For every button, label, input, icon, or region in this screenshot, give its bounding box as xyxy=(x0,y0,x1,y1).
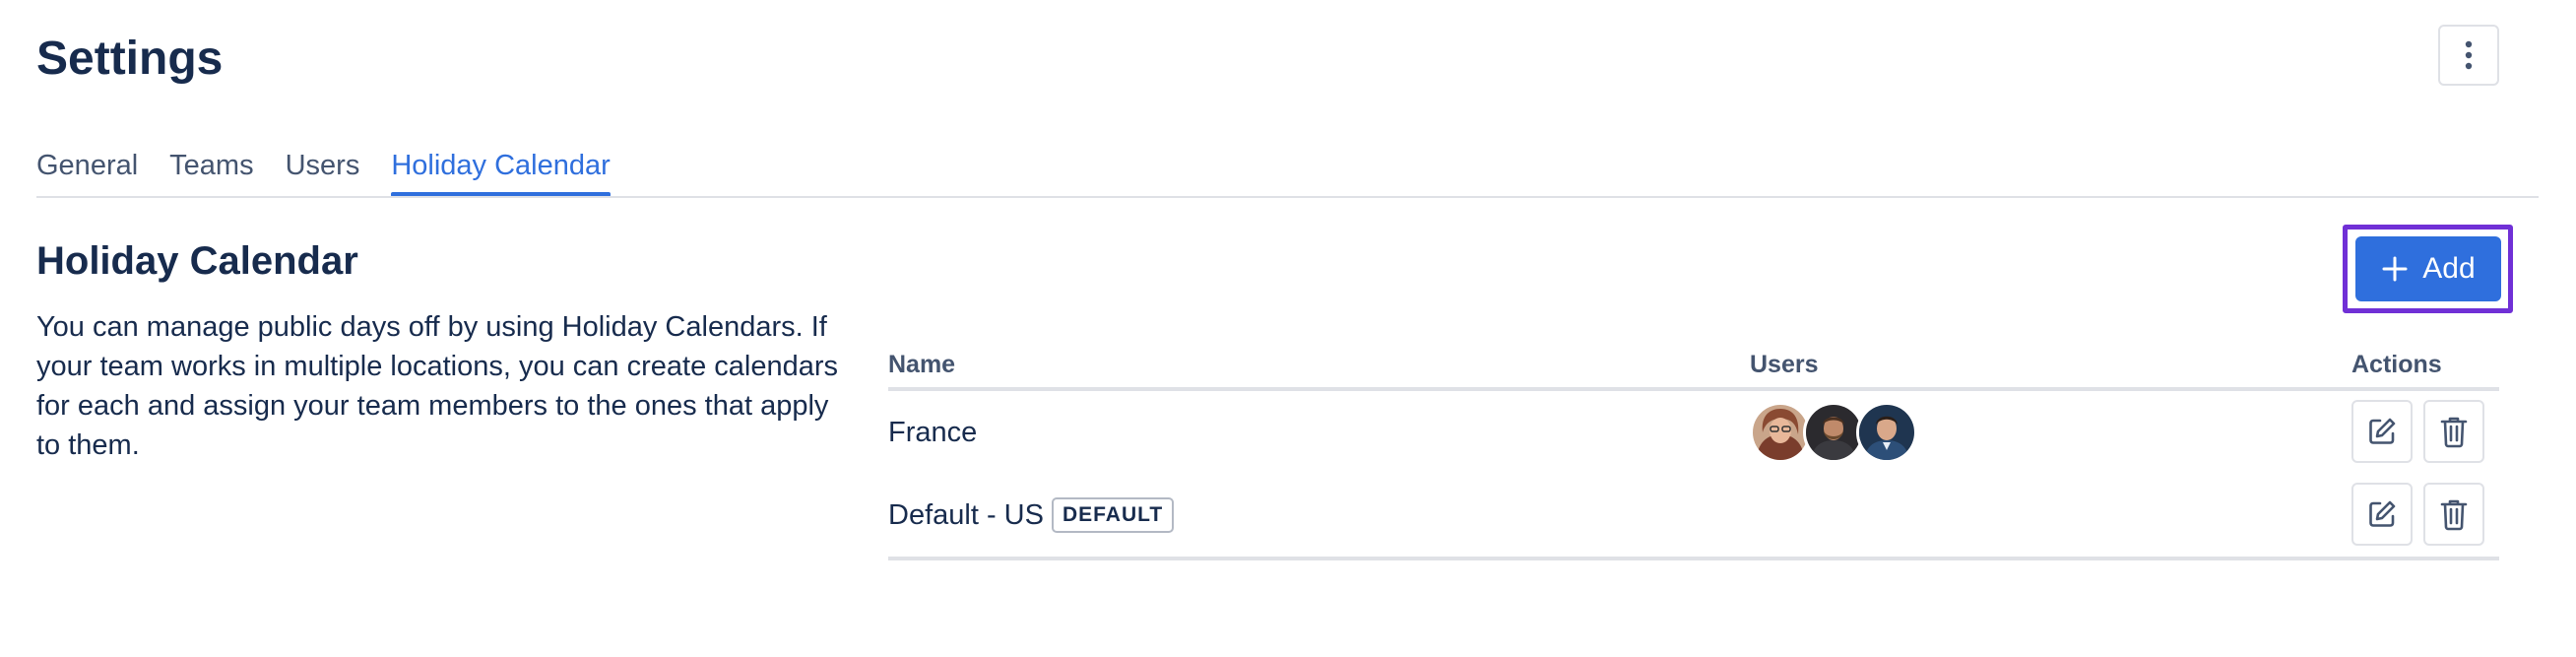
delete-calendar-button[interactable] xyxy=(2423,400,2484,463)
more-options-button[interactable] xyxy=(2438,25,2499,86)
calendar-users-cell xyxy=(1750,400,1917,465)
trash-icon xyxy=(2440,417,2468,448)
default-badge: DEFAULT xyxy=(1051,497,1175,533)
user-avatar-icon xyxy=(1753,405,1808,460)
tab-teams[interactable]: Teams xyxy=(169,144,253,197)
column-header-actions: Actions xyxy=(2351,351,2442,378)
column-header-users: Users xyxy=(1750,351,1819,378)
settings-page: Settings General Teams Users Holiday Cal… xyxy=(0,0,2576,657)
section-description: You can manage public days off by using … xyxy=(36,311,838,461)
column-header-name: Name xyxy=(888,351,956,378)
tab-holiday-calendar[interactable]: Holiday Calendar xyxy=(391,144,612,197)
edit-calendar-button[interactable] xyxy=(2351,483,2413,546)
settings-tabs: General Teams Users Holiday Calendar xyxy=(36,144,642,197)
avatar[interactable] xyxy=(1856,402,1917,463)
edit-icon xyxy=(2369,500,2396,527)
more-vertical-icon xyxy=(2465,40,2473,70)
edit-icon xyxy=(2369,418,2396,444)
section-title: Holiday Calendar xyxy=(36,239,358,283)
holiday-calendar-table: Name Users Actions France Default - US D… xyxy=(888,343,2499,560)
tab-users[interactable]: Users xyxy=(286,144,360,197)
delete-calendar-button[interactable] xyxy=(2423,483,2484,546)
avatar[interactable] xyxy=(1803,402,1864,463)
user-avatar-icon xyxy=(1806,405,1861,460)
add-calendar-button[interactable]: Add xyxy=(2355,236,2501,301)
calendar-actions-cell xyxy=(2351,400,2484,463)
table-row: France xyxy=(888,391,2499,474)
table-row: Default - US DEFAULT xyxy=(888,474,2499,560)
page-title: Settings xyxy=(36,33,224,85)
tab-general[interactable]: General xyxy=(36,144,138,197)
avatar[interactable] xyxy=(1750,402,1811,463)
calendar-name-cell: Default - US DEFAULT xyxy=(888,474,1175,557)
add-button-label: Add xyxy=(2422,252,2476,285)
tabs-divider xyxy=(36,196,2539,198)
edit-calendar-button[interactable] xyxy=(2351,400,2413,463)
calendar-name: Default - US xyxy=(888,498,1044,531)
calendar-name: France xyxy=(888,416,978,448)
trash-icon xyxy=(2440,499,2468,531)
calendar-name-cell: France xyxy=(888,391,977,474)
user-avatar-icon xyxy=(1859,405,1914,460)
calendar-actions-cell xyxy=(2351,483,2484,546)
table-header: Name Users Actions xyxy=(888,343,2499,391)
plus-icon xyxy=(2382,256,2408,282)
